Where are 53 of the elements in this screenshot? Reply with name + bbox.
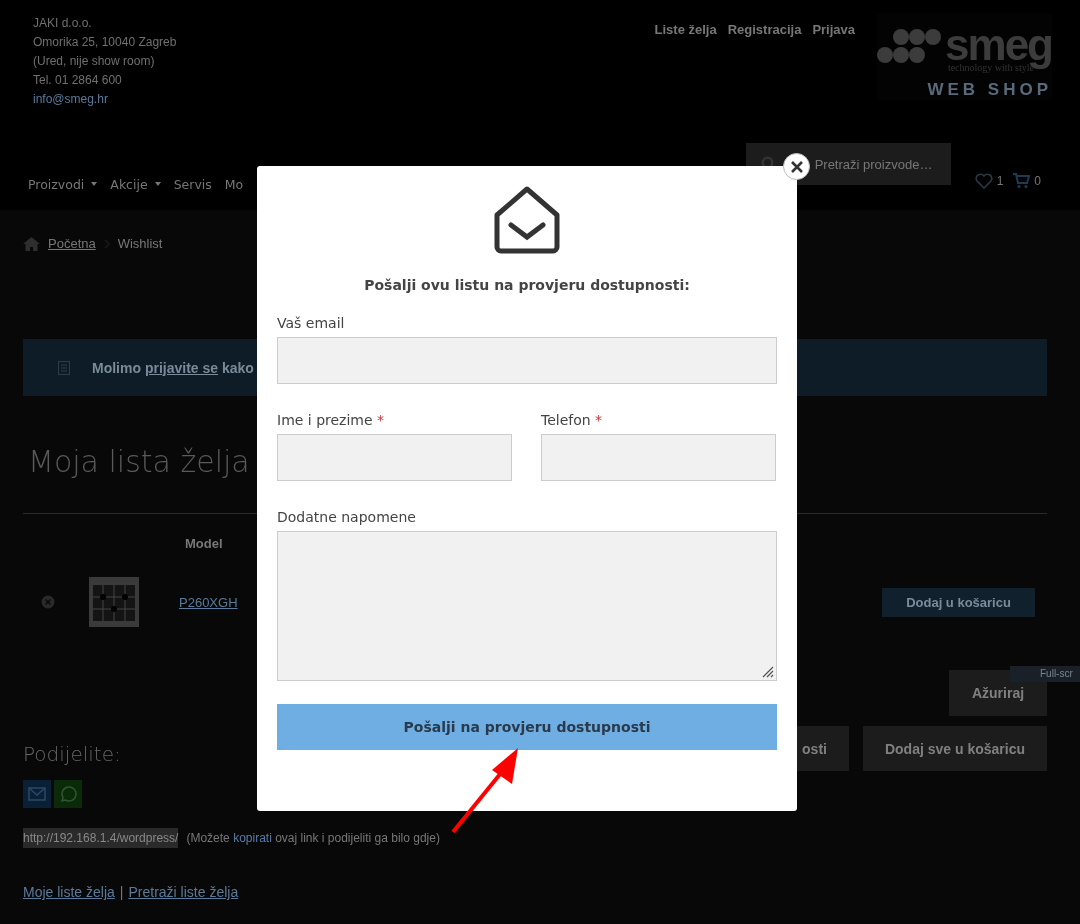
field-label: Vaš email xyxy=(277,315,346,331)
resize-handle-icon[interactable] xyxy=(762,666,774,678)
login-link[interactable]: prijavite se xyxy=(144,359,219,376)
whatsapp-share-button[interactable] xyxy=(54,780,82,808)
chat-bubble-icon xyxy=(59,785,77,803)
share-heading: Podijelite: xyxy=(23,742,121,766)
field-label: Ime i prezime * xyxy=(277,412,386,428)
cart-count: 0 xyxy=(1034,174,1041,188)
company-address-line: JAKI d.o.o. xyxy=(33,15,93,32)
nav-item[interactable]: Servis xyxy=(173,176,212,192)
input-field[interactable] xyxy=(541,434,776,481)
input-field[interactable] xyxy=(277,434,512,481)
cart-icon[interactable] xyxy=(1013,173,1031,189)
share-note: (Možete kopirati ovaj link i podijeliti ga bilo gdje) xyxy=(186,831,440,845)
submit-button[interactable]: Pošalji na provjeru dostupnosti xyxy=(277,704,777,750)
column-header: Model xyxy=(185,536,223,551)
company-address-line: Tel. 01 2864 600 xyxy=(33,72,123,89)
close-icon xyxy=(789,159,804,174)
home-icon xyxy=(23,236,40,251)
footer-link[interactable]: Pretraži liste želja xyxy=(128,884,239,900)
action-button[interactable]: Dodaj sve u košaricu xyxy=(862,726,1047,771)
product-thumbnail[interactable] xyxy=(89,577,139,627)
share-url[interactable]: http://192.168.1.4/wordpress/ xyxy=(23,828,179,848)
copy-link[interactable]: kopirati xyxy=(233,831,272,845)
nav-item[interactable]: Proizvodi xyxy=(28,176,98,192)
email-link[interactable]: info@smeg.hr xyxy=(33,90,177,109)
nav-item[interactable]: Akcije xyxy=(110,176,161,192)
notice-icon xyxy=(58,360,70,375)
top-link[interactable]: Liste želja xyxy=(654,22,717,37)
remove-icon[interactable] xyxy=(41,595,55,609)
breadcrumb-link[interactable]: Početna xyxy=(48,236,96,251)
page-title: Moja lista želja xyxy=(28,444,250,479)
notice-text: Molimo prijavite se kako xyxy=(92,359,254,376)
footer-link[interactable]: Moje liste želja xyxy=(23,884,115,900)
add-to-cart-button[interactable]: Dodaj u košaricu xyxy=(882,587,1035,617)
input-field[interactable] xyxy=(277,337,777,384)
textarea-field[interactable] xyxy=(277,531,777,681)
email-share-button[interactable] xyxy=(23,780,51,808)
envelope-icon xyxy=(28,787,46,801)
separator: | xyxy=(119,884,124,900)
dots-logo-icon xyxy=(877,28,944,66)
top-link[interactable]: Registracija xyxy=(727,22,802,37)
field-label: Dodatne napomene xyxy=(277,509,417,525)
company-address-line: (Ured, nije show room) xyxy=(33,53,156,70)
breadcrumb-current: Wishlist xyxy=(117,236,163,251)
field-label: Telefon * xyxy=(541,412,604,428)
company-address-line: Omorika 25, 10040 Zagreb xyxy=(33,34,177,51)
heart-icon[interactable] xyxy=(974,173,993,189)
wishlist-count: 1 xyxy=(996,174,1004,188)
top-link[interactable]: Prijava xyxy=(812,22,856,37)
tooltip: Full-scr xyxy=(1010,666,1080,682)
nav-item[interactable]: Mo xyxy=(224,176,244,192)
modal-heading: Pošalji ovu listu na provjeru dostupnosti: xyxy=(364,277,690,293)
